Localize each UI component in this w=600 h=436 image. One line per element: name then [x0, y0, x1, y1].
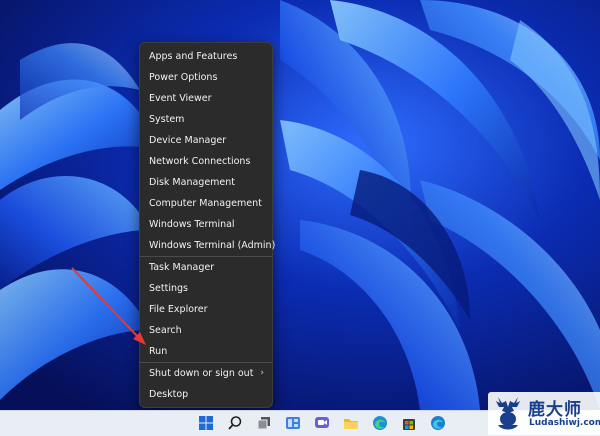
- file-explorer-icon[interactable]: [343, 415, 359, 431]
- menu-item-settings[interactable]: Settings: [140, 278, 272, 299]
- teams-chat-icon[interactable]: [314, 415, 330, 431]
- widgets-icon[interactable]: [285, 415, 301, 431]
- watermark-brand-name: 鹿大师: [528, 400, 582, 420]
- desktop-wallpaper: [0, 0, 600, 410]
- menu-item-event-viewer[interactable]: Event Viewer: [140, 88, 272, 109]
- menu-item-apps-and-features[interactable]: Apps and Features: [140, 46, 272, 67]
- menu-item-device-manager[interactable]: Device Manager: [140, 130, 272, 151]
- winx-context-menu: Apps and Features Power Options Event Vi…: [139, 42, 275, 408]
- watermark-url: Ludashiwj.com: [529, 418, 600, 428]
- menu-item-search[interactable]: Search: [140, 320, 272, 341]
- deer-logo-icon: [496, 397, 520, 430]
- menu-item-windows-terminal[interactable]: Windows Terminal: [140, 214, 272, 235]
- edge-icon-2[interactable]: [430, 415, 446, 431]
- chevron-right-icon: ›: [260, 368, 264, 378]
- search-icon[interactable]: [227, 415, 243, 431]
- site-watermark: 鹿大师 Ludashiwj.com: [488, 392, 600, 435]
- menu-item-computer-management[interactable]: Computer Management: [140, 193, 272, 214]
- menu-item-windows-terminal-admin[interactable]: Windows Terminal (Admin): [140, 235, 275, 256]
- menu-item-label: Shut down or sign out: [149, 368, 254, 379]
- menu-item-run[interactable]: Run: [140, 341, 272, 362]
- menu-item-power-options[interactable]: Power Options: [140, 67, 272, 88]
- edge-icon[interactable]: [372, 415, 388, 431]
- menu-item-system[interactable]: System: [140, 109, 272, 130]
- menu-item-disk-management[interactable]: Disk Management: [140, 172, 272, 193]
- task-view-icon[interactable]: [256, 415, 272, 431]
- menu-item-task-manager[interactable]: Task Manager: [140, 257, 272, 278]
- menu-item-desktop[interactable]: Desktop: [140, 384, 272, 405]
- microsoft-store-icon[interactable]: [401, 415, 417, 431]
- menu-item-network-connections[interactable]: Network Connections: [140, 151, 272, 172]
- menu-item-shut-down-or-sign-out[interactable]: Shut down or sign out ›: [140, 363, 272, 384]
- windows-start-icon[interactable]: [198, 415, 214, 431]
- menu-item-file-explorer[interactable]: File Explorer: [140, 299, 272, 320]
